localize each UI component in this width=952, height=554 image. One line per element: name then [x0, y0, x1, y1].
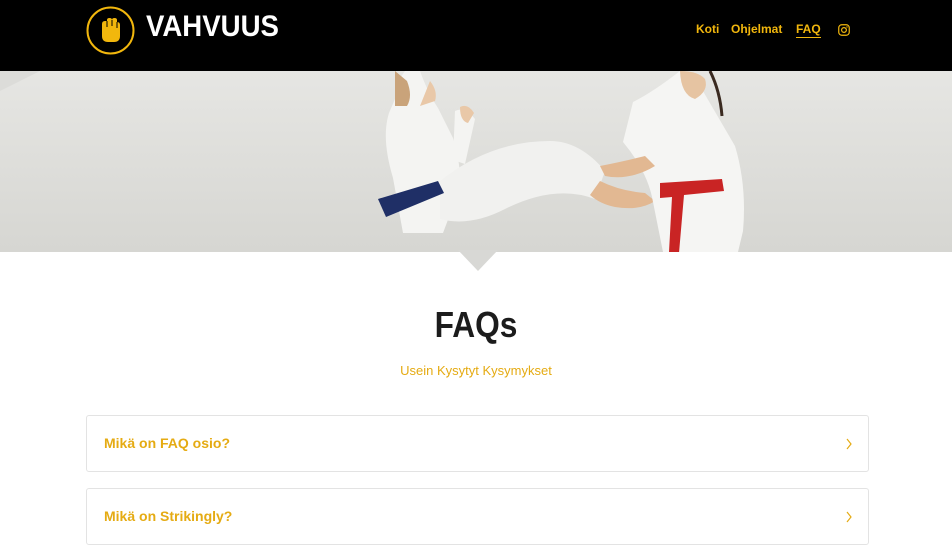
chevron-right-icon	[846, 511, 852, 523]
site-header: VAHVUUS Koti Ohjelmat FAQ	[0, 0, 952, 71]
page-title: FAQs	[434, 304, 518, 345]
faq-item[interactable]: Mikä on FAQ osio?	[86, 415, 869, 472]
page-subtitle: Usein Kysytyt Kysymykset	[400, 363, 552, 378]
nav-item-faq[interactable]: FAQ	[796, 22, 821, 38]
faq-item[interactable]: Mikä on Strikingly?	[86, 488, 869, 545]
nav-item-koti[interactable]: Koti	[696, 22, 719, 36]
main-nav: Koti Ohjelmat FAQ	[0, 22, 952, 42]
hero-image	[0, 71, 952, 252]
hero-notch	[458, 250, 498, 271]
faq-question: Mikä on Strikingly?	[104, 508, 233, 524]
chevron-right-icon	[846, 438, 852, 450]
faq-question: Mikä on FAQ osio?	[104, 435, 231, 451]
instagram-icon[interactable]	[838, 24, 850, 36]
nav-item-ohjelmat[interactable]: Ohjelmat	[731, 22, 782, 36]
martial-arts-photo	[0, 71, 952, 252]
